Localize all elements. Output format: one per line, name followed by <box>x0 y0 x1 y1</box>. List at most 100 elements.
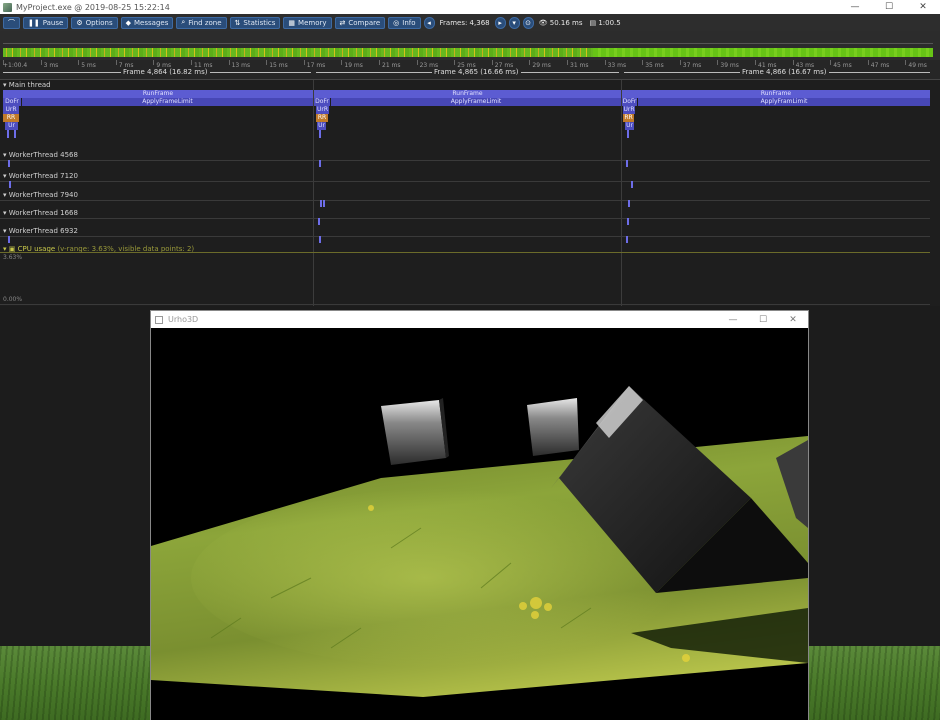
view-time-label: 50.16 ms <box>549 18 583 27</box>
zone-sliver[interactable] <box>626 160 628 167</box>
zone-dofr[interactable]: DoFr <box>622 98 637 106</box>
ruler-tick-mark <box>604 60 606 65</box>
zone-update[interactable]: UrR <box>3 106 19 114</box>
timeline-view[interactable]: ▾ Main thread RunFrame RunFrame RunFrame… <box>0 80 940 306</box>
thread-header[interactable]: ▾ WorkerThread 7120 <box>3 172 78 180</box>
statistics-label: Statistics <box>243 18 276 27</box>
zone-sliver[interactable] <box>9 181 11 188</box>
urho-close-button[interactable]: ✕ <box>778 315 808 325</box>
info-label: Info <box>402 18 416 27</box>
thread-header[interactable]: ▾ WorkerThread 4568 <box>3 151 78 159</box>
ruler-tick-label: 49 ms <box>908 62 927 69</box>
ruler-tick-label: 13 ms <box>231 62 251 69</box>
time-ruler[interactable]: Frame 4,864 (16.82 ms) Frame 4,865 (16.6… <box>0 60 940 80</box>
zone-sliver[interactable] <box>627 130 629 138</box>
zone-sliver[interactable] <box>628 200 630 207</box>
statistics-button[interactable]: ⇅ Statistics <box>229 16 281 29</box>
zone-dofr[interactable]: DoFr <box>3 98 21 106</box>
ruler-tick-label: 37 ms <box>682 62 702 69</box>
thread-header[interactable]: ▾ WorkerThread 7940 <box>3 191 78 199</box>
zone-update[interactable]: UrR <box>316 106 329 114</box>
connect-button[interactable]: ⌒ <box>3 16 20 29</box>
frame-boundary <box>313 80 314 306</box>
ruler-tick-label: 33 ms <box>607 62 627 69</box>
thread-header[interactable]: ▾ WorkerThread 6932 <box>3 227 78 235</box>
ruler-tick-label: 29 ms <box>532 62 551 69</box>
game-viewport[interactable] <box>151 328 808 720</box>
memory-button[interactable]: ▦ Memory <box>283 16 332 29</box>
zone-sliver[interactable] <box>8 160 10 167</box>
frame-label-3[interactable]: Frame 4,866 (16.67 ms) <box>740 68 829 76</box>
ruler-tick-label: 17 ms <box>306 62 326 69</box>
ruler-tick-label: 11 ms <box>194 62 213 69</box>
zone-sliver[interactable] <box>319 160 321 167</box>
cpu-top-value: 3.63% <box>3 254 23 261</box>
zone-applyframelimit[interactable]: ApplyFramLimit <box>638 98 930 106</box>
zone-applyframelimit[interactable]: ApplyFrameLimit <box>331 98 621 106</box>
urho-minimize-button[interactable]: — <box>718 315 748 325</box>
frame-overview[interactable] <box>0 31 940 60</box>
zone-sliver[interactable] <box>320 200 322 207</box>
zone-sliver[interactable] <box>7 130 9 138</box>
frame-label-1[interactable]: Frame 4,864 (16.82 ms) <box>121 68 210 76</box>
main-thread-header[interactable]: ▾ Main thread <box>3 81 51 89</box>
frame-bars[interactable] <box>3 48 933 57</box>
zone-render[interactable]: RR <box>316 114 328 122</box>
ruler-tick-label: 5 ms <box>81 62 96 69</box>
thread-divider <box>0 160 930 161</box>
next-frame-button[interactable]: ▸ <box>494 16 506 29</box>
zone-sliver[interactable] <box>319 236 321 243</box>
zone-sliver[interactable] <box>626 236 628 243</box>
zone-sliver[interactable] <box>627 218 629 225</box>
close-button[interactable]: ✕ <box>906 2 940 12</box>
zone-sliver[interactable] <box>319 130 321 138</box>
ruler-tick-label: 15 ms <box>269 62 288 69</box>
zone-sliver[interactable] <box>323 200 325 207</box>
caret-right-icon: ▸ <box>498 18 502 27</box>
thread-label: WorkerThread 1668 <box>8 209 78 217</box>
zone-sliver[interactable] <box>8 236 10 243</box>
ruler-tick-label: 9 ms <box>156 62 172 69</box>
zone-render[interactable]: RR <box>623 114 634 122</box>
urho-titlebar[interactable]: Urho3D — ☐ ✕ <box>151 311 808 328</box>
profiler-app: MyProject.exe @ 2019-08-25 15:22:14 — ☐ … <box>0 0 940 720</box>
ruler-tick-mark <box>491 60 493 65</box>
minimize-button[interactable]: — <box>838 2 872 12</box>
info-button[interactable]: ◎ Info <box>388 16 421 29</box>
frame-label-2[interactable]: Frame 4,865 (16.66 ms) <box>432 68 521 76</box>
zone-update[interactable]: UrR <box>623 106 635 114</box>
zone-runframe[interactable]: RunFrame <box>314 90 621 98</box>
database-icon: ▤ <box>589 18 597 27</box>
compare-button[interactable]: ⇄ Compare <box>334 16 386 29</box>
find-zone-button[interactable]: ⌕ Find zone <box>176 16 227 29</box>
zone-dofr[interactable]: DoFr <box>314 98 330 106</box>
ruler-tick-mark <box>228 60 230 65</box>
ruler-tick-label: 23 ms <box>419 62 439 69</box>
zone-applyframelimit[interactable]: ApplyFrameLimit <box>22 98 313 106</box>
zone-sliver[interactable] <box>318 218 320 225</box>
options-button[interactable]: ⚙ Options <box>71 16 118 29</box>
messages-button[interactable]: ◆ Messages <box>120 16 174 29</box>
zone-sliver[interactable] <box>631 181 633 188</box>
zone-sub[interactable]: Ur <box>625 122 634 130</box>
prev-frame-button[interactable]: ◂ <box>423 16 435 29</box>
ruler-tick-mark <box>40 60 42 65</box>
thread-header[interactable]: ▾ WorkerThread 1668 <box>3 209 78 217</box>
urho-maximize-button[interactable]: ☐ <box>748 315 778 325</box>
zone-sub[interactable]: Ur <box>317 122 326 130</box>
ruler-tick-mark <box>266 60 268 65</box>
ruler-tick-label: 39 ms <box>720 62 739 69</box>
frame-dropdown-button[interactable]: ▾ <box>508 16 520 29</box>
pause-button[interactable]: ❚❚ Pause <box>23 16 69 29</box>
zoom-button[interactable]: ⊙ <box>522 16 534 29</box>
maximize-button[interactable]: ☐ <box>872 2 906 12</box>
pause-icon: ❚❚ <box>28 18 40 27</box>
urho3d-window[interactable]: Urho3D — ☐ ✕ <box>150 310 809 720</box>
compare-icon: ⇄ <box>339 18 346 27</box>
zone-runframe[interactable]: RunFrame <box>622 90 930 98</box>
zone-sub[interactable]: Ur <box>5 122 18 130</box>
zone-render[interactable]: RR <box>3 114 19 122</box>
zone-runframe[interactable]: RunFrame <box>3 90 313 98</box>
ruler-tick-label: 31 ms <box>570 62 589 69</box>
zone-sliver[interactable] <box>14 130 16 138</box>
